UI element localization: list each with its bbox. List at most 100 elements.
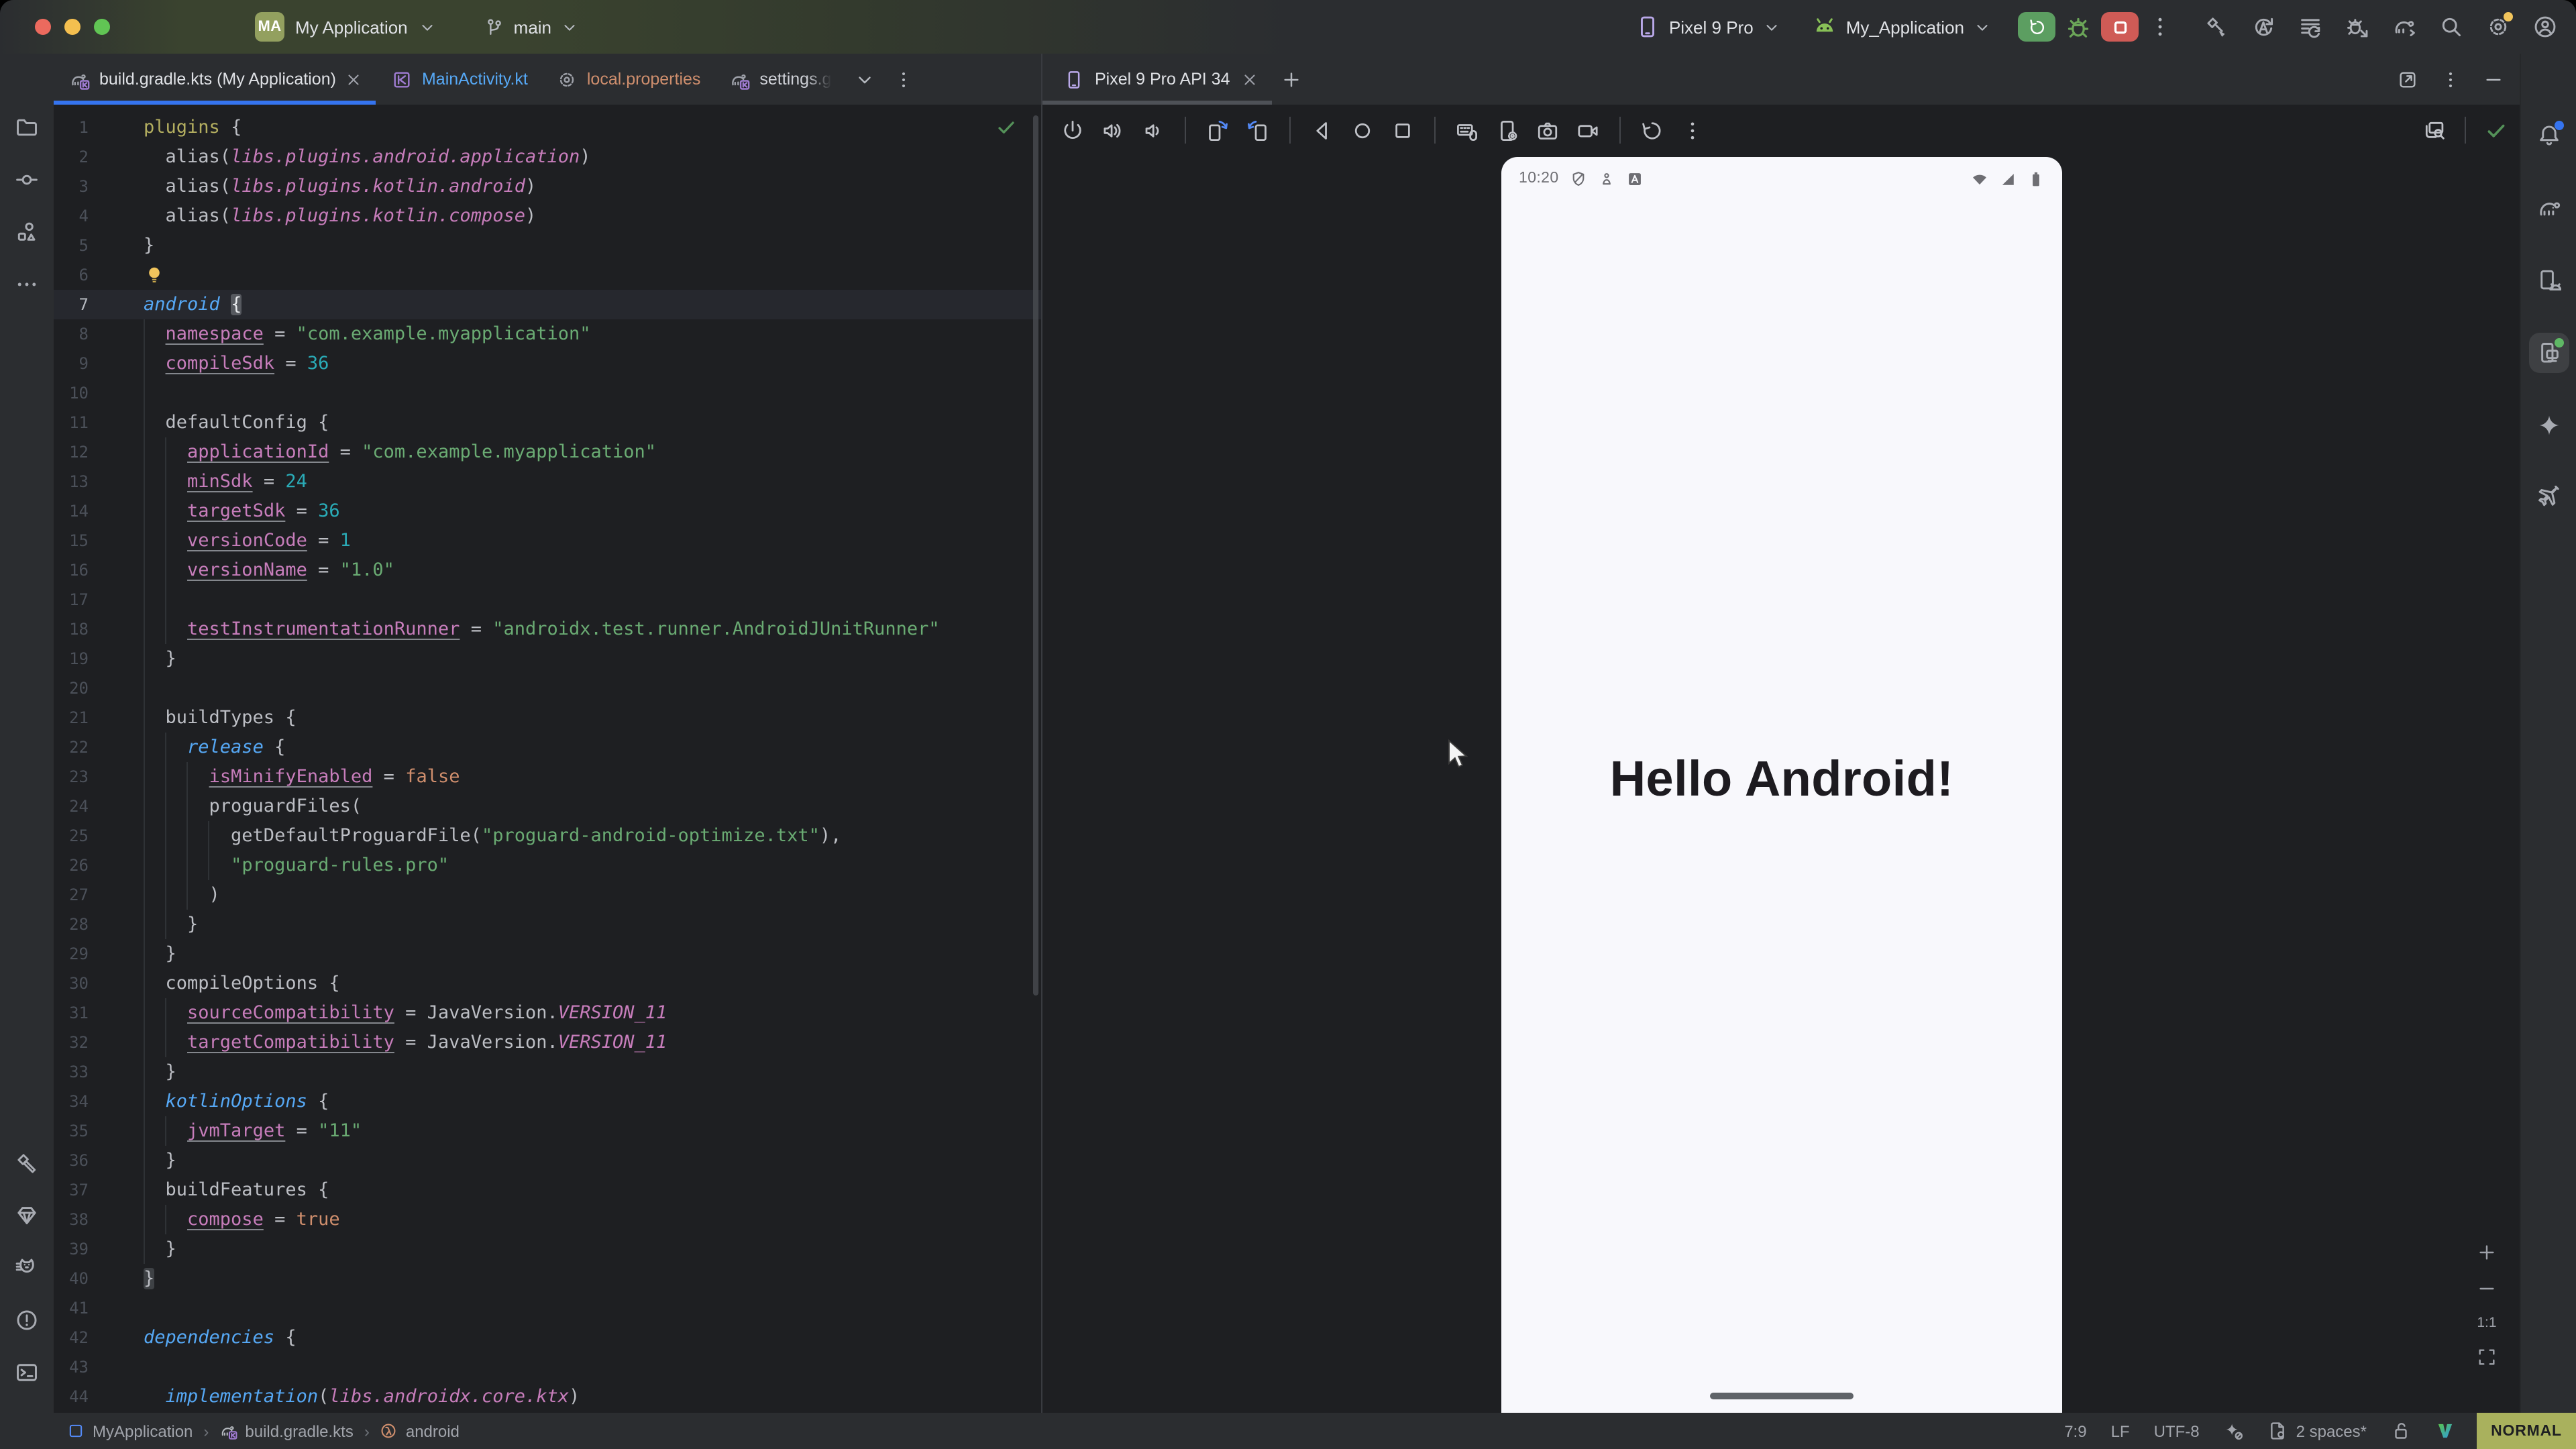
- code-line[interactable]: "proguard-rules.pro": [144, 851, 449, 880]
- code-line[interactable]: namespace = "com.example.myapplication": [144, 319, 591, 349]
- breadcrumb-element[interactable]: android: [380, 1421, 460, 1440]
- code-line[interactable]: android {: [144, 290, 241, 319]
- code-line[interactable]: targetCompatibility = JavaVersion.VERSIO…: [144, 1028, 667, 1057]
- code-line[interactable]: minSdk = 24: [144, 467, 307, 496]
- close-window-button[interactable]: [35, 19, 51, 35]
- code-line[interactable]: dependencies {: [144, 1323, 297, 1352]
- breadcrumb-module[interactable]: MyApplication: [67, 1421, 193, 1440]
- indent-widget[interactable]: 2 spaces*: [2268, 1421, 2367, 1441]
- ui-check-icon[interactable]: [2423, 119, 2446, 142]
- close-icon[interactable]: [1241, 70, 1258, 88]
- code-line[interactable]: testInstrumentationRunner = "androidx.te…: [144, 614, 940, 644]
- code-line[interactable]: kotlinOptions {: [144, 1087, 329, 1116]
- open-in-window-icon[interactable]: [2398, 69, 2418, 89]
- hide-panel-icon[interactable]: [2483, 69, 2504, 89]
- screenshot-icon[interactable]: [1536, 119, 1559, 142]
- tool-window-device-manager[interactable]: [2529, 260, 2569, 301]
- editor-tab-local.properties[interactable]: local.properties: [541, 54, 714, 105]
- vim-mode-badge[interactable]: NORMAL: [2477, 1413, 2576, 1449]
- code-line[interactable]: defaultConfig {: [144, 408, 329, 437]
- code-line[interactable]: compose = true: [144, 1205, 340, 1234]
- code-line[interactable]: alias(libs.plugins.android.application): [144, 142, 591, 172]
- ideavim-icon[interactable]: [2435, 1421, 2455, 1441]
- more-run-options-button[interactable]: [2148, 15, 2172, 39]
- code-line[interactable]: plugins {: [144, 113, 241, 142]
- overview-icon[interactable]: [1391, 119, 1414, 142]
- tool-window-gradle[interactable]: [2529, 188, 2569, 228]
- search-everywhere-icon[interactable]: [2439, 15, 2463, 39]
- debug-button[interactable]: [2065, 13, 2092, 40]
- inspections-ok-icon[interactable]: [996, 117, 1017, 138]
- editor-tab-build.gradle.kts[interactable]: build.gradle.kts (My Application): [54, 54, 376, 105]
- list-reload-icon[interactable]: [2298, 15, 2322, 39]
- lock-icon[interactable]: [2391, 1421, 2411, 1441]
- code-line[interactable]: }: [144, 231, 154, 260]
- caret-position-widget[interactable]: 7:9: [2064, 1421, 2086, 1440]
- code-line[interactable]: getDefaultProguardFile("proguard-android…: [144, 821, 841, 851]
- attach-debugger-icon[interactable]: [2345, 15, 2369, 39]
- code-line[interactable]: compileOptions {: [144, 969, 340, 998]
- device-selector[interactable]: Pixel 9 Pro: [1635, 15, 1780, 39]
- code-line[interactable]: versionCode = 1: [144, 526, 351, 555]
- terminal-icon[interactable]: [15, 1360, 39, 1385]
- tool-window-airplane[interactable]: [2529, 478, 2569, 518]
- profile-icon[interactable]: [2533, 15, 2557, 39]
- panel-options-icon[interactable]: [2440, 69, 2461, 89]
- gemini-disabled-icon[interactable]: [2224, 1421, 2244, 1441]
- code-line[interactable]: sourceCompatibility = JavaVersion.VERSIO…: [144, 998, 667, 1028]
- zoom-window-button[interactable]: [94, 19, 110, 35]
- tab-list-dropdown-button[interactable]: [845, 54, 883, 105]
- structure-icon[interactable]: [15, 220, 39, 244]
- code-line[interactable]: alias(libs.plugins.kotlin.compose): [144, 201, 536, 231]
- code-line[interactable]: implementation(libs.androidx.core.ktx): [144, 1382, 580, 1411]
- code-line[interactable]: buildTypes {: [144, 703, 297, 733]
- editor-tab-MainActivity.kt[interactable]: MainActivity.kt: [376, 54, 541, 105]
- editor-tab-settings.g[interactable]: settings.g: [714, 54, 845, 105]
- hardware-input-icon[interactable]: [1456, 119, 1479, 142]
- apply-changes-icon[interactable]: [2251, 15, 2275, 39]
- problems-icon[interactable]: [15, 1308, 39, 1332]
- intention-bulb-icon[interactable]: [144, 264, 165, 286]
- android-nav-handle[interactable]: [1710, 1393, 1854, 1399]
- device-tab[interactable]: Pixel 9 Pro API 34: [1042, 54, 1272, 105]
- code-line[interactable]: alias(libs.plugins.kotlin.android): [144, 172, 536, 201]
- code-line[interactable]: }: [144, 1146, 176, 1175]
- code-line[interactable]: }: [144, 939, 176, 969]
- encoding-widget[interactable]: UTF-8: [2154, 1421, 2200, 1440]
- rerun-button[interactable]: [2018, 12, 2055, 42]
- home-icon[interactable]: [1351, 119, 1374, 142]
- restart-icon[interactable]: [1641, 119, 1664, 142]
- code-line[interactable]: jvmTarget = "11": [144, 1116, 362, 1146]
- volume-down-icon[interactable]: [1142, 119, 1165, 142]
- minimize-window-button[interactable]: [64, 19, 80, 35]
- code-line[interactable]: isMinifyEnabled = false: [144, 762, 460, 792]
- line-separator-widget[interactable]: LF: [2111, 1421, 2130, 1440]
- zoom-one-to-one[interactable]: 1:1: [2477, 1315, 2496, 1331]
- rotate-left-icon[interactable]: [1206, 119, 1229, 142]
- code-line[interactable]: }: [144, 1234, 176, 1264]
- code-line[interactable]: ): [144, 880, 220, 910]
- vcs-branch-widget[interactable]: main: [484, 17, 578, 37]
- code-line[interactable]: proguardFiles(: [144, 792, 362, 821]
- code-editor[interactable]: 1plugins {2 alias(libs.plugins.android.a…: [54, 105, 1041, 1413]
- code-line[interactable]: versionName = "1.0": [144, 555, 394, 585]
- gradle-sync-icon[interactable]: [2392, 15, 2416, 39]
- tool-window-notifications[interactable]: [2529, 115, 2569, 156]
- volume-up-icon[interactable]: [1102, 119, 1124, 142]
- code-line[interactable]: buildFeatures {: [144, 1175, 329, 1205]
- tab-options-button[interactable]: [883, 54, 922, 105]
- tool-window-gemini[interactable]: [2529, 405, 2569, 445]
- rotate-right-icon[interactable]: [1246, 119, 1269, 142]
- zoom-out-icon[interactable]: [2477, 1279, 2497, 1299]
- build-hammer-icon[interactable]: [15, 1151, 39, 1175]
- back-icon[interactable]: [1311, 119, 1334, 142]
- project-widget[interactable]: MA My Application: [255, 12, 436, 42]
- tool-window-running-devices[interactable]: [2529, 333, 2569, 373]
- logcat-icon[interactable]: [15, 1256, 39, 1280]
- zoom-in-icon[interactable]: [2477, 1242, 2497, 1263]
- breadcrumb-file[interactable]: build.gradle.kts: [219, 1421, 353, 1440]
- code-line[interactable]: release {: [144, 733, 285, 762]
- run-configuration-selector[interactable]: My_Application: [1813, 15, 1991, 39]
- more-horizontal-icon[interactable]: [15, 272, 39, 297]
- code-line[interactable]: targetSdk = 36: [144, 496, 340, 526]
